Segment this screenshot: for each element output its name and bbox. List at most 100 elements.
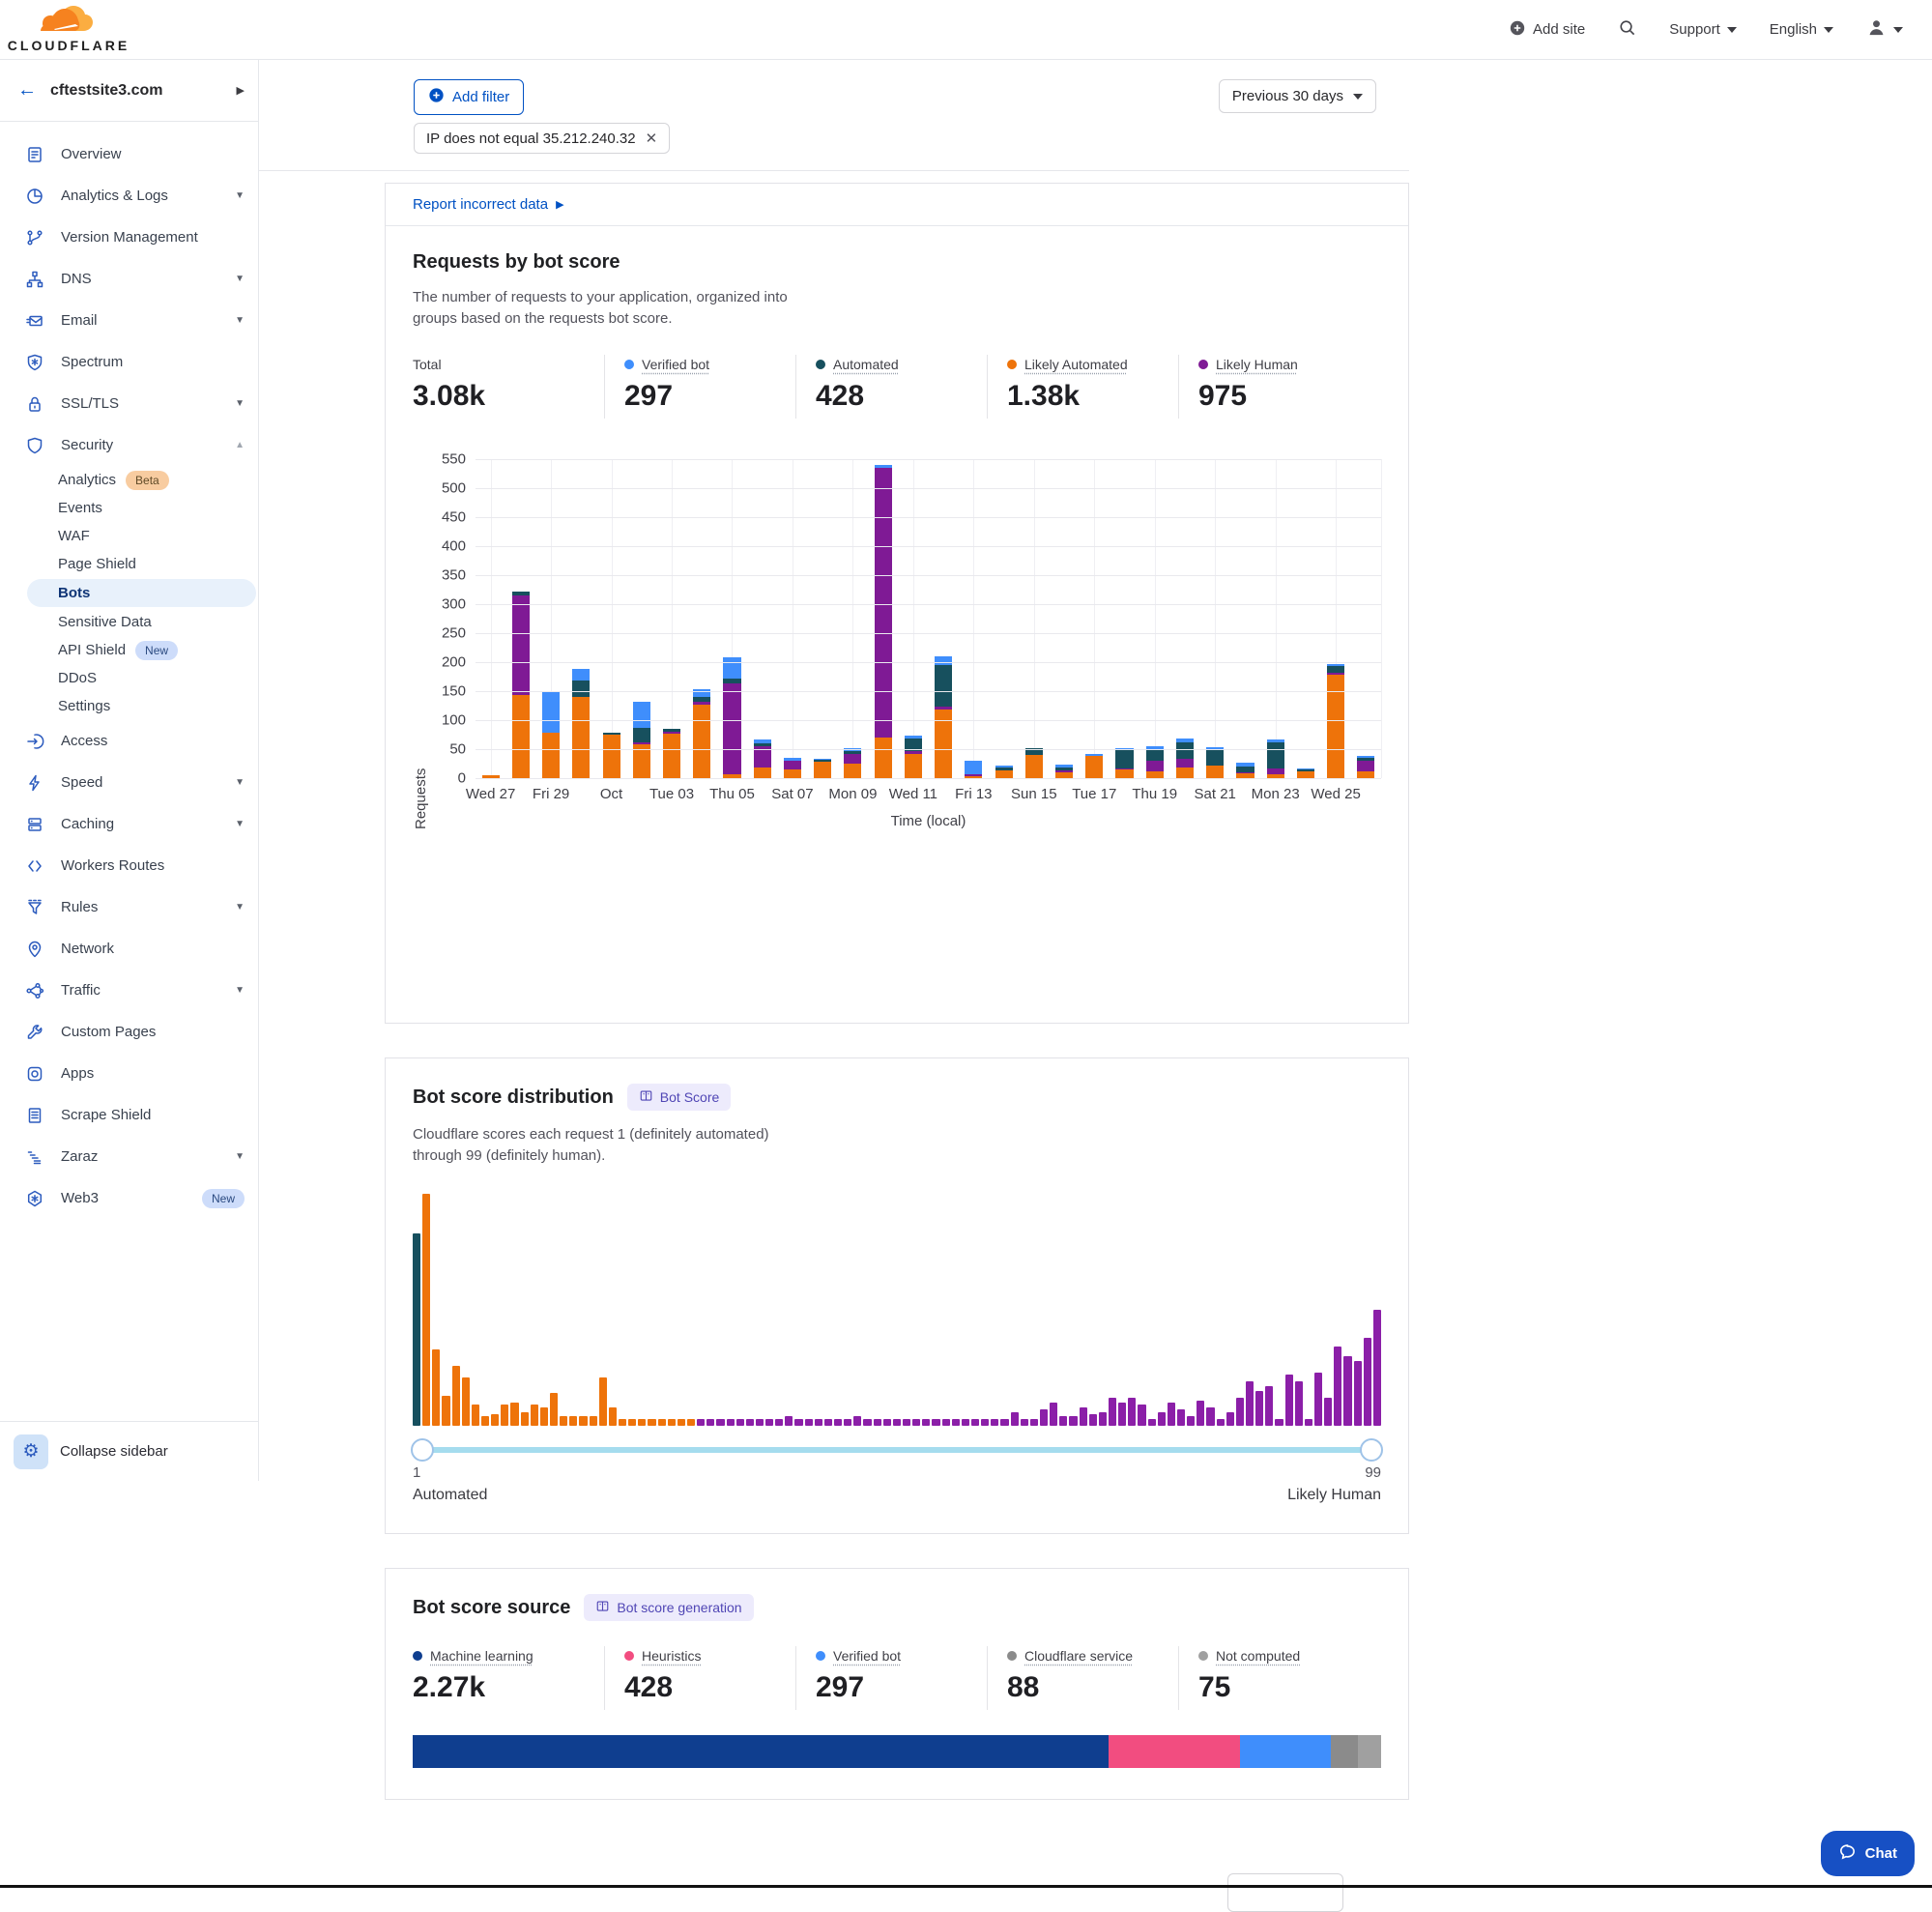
sidebar-subitem-label: WAF: [58, 528, 90, 544]
sidebar-item-scrape-shield[interactable]: Scrape Shield: [0, 1094, 258, 1136]
gridline: [476, 749, 1381, 750]
distribution-bar-score-51: [903, 1419, 910, 1426]
sidebar-item-access[interactable]: Access: [0, 720, 258, 762]
bar-sep-30: [566, 459, 596, 778]
bar-segment-likely-automated: [1297, 771, 1314, 778]
support-menu[interactable]: Support: [1669, 21, 1737, 38]
bot-score-badge[interactable]: Bot Score: [627, 1084, 731, 1111]
sidebar-item-events[interactable]: Events: [0, 494, 258, 522]
slider-handle-min[interactable]: [411, 1438, 434, 1462]
distribution-bar-score-26: [658, 1419, 666, 1426]
legend-dot: [413, 1651, 422, 1661]
sidebar-subitem-label: DDoS: [58, 670, 97, 686]
sidebar-item-dns[interactable]: DNS▼: [0, 258, 258, 300]
search-button[interactable]: [1618, 18, 1636, 41]
stat-value: 297: [816, 1671, 967, 1704]
stat-label: Verified bot: [833, 1648, 901, 1664]
sidebar-item-label: Web3: [61, 1190, 186, 1206]
gridline: [476, 488, 1381, 489]
x-tick: Wed 25: [1311, 786, 1360, 802]
bar-oct-19: [1139, 459, 1169, 778]
add-site-button[interactable]: Add site: [1509, 19, 1585, 41]
sidebar-item-version-management[interactable]: Version Management: [0, 217, 258, 258]
distribution-bar-score-98: [1364, 1338, 1371, 1426]
sidebar-item-label: Version Management: [61, 229, 245, 246]
language-menu[interactable]: English: [1770, 21, 1833, 38]
sidebar-item-caching[interactable]: Caching▼: [0, 803, 258, 845]
date-range-dropdown[interactable]: Previous 30 days: [1219, 79, 1376, 113]
cloudflare-cloud-icon: [41, 6, 97, 40]
distribution-bar-score-36: [756, 1419, 764, 1426]
gridline: [476, 778, 1381, 779]
distribution-bar-score-83: [1217, 1419, 1225, 1426]
sidebar-item-spectrum[interactable]: Spectrum: [0, 341, 258, 383]
sidebar-item-web3[interactable]: Web3New: [0, 1177, 258, 1219]
report-incorrect-data-link[interactable]: Report incorrect data ▶: [386, 184, 1408, 226]
back-arrow-icon[interactable]: ←: [17, 79, 37, 101]
close-icon[interactable]: ✕: [646, 130, 658, 147]
chevron-right-icon[interactable]: ▶: [237, 84, 245, 97]
stat-label: Machine learning: [430, 1648, 533, 1664]
bar-segment-likely-automated: [1115, 769, 1133, 778]
chevron-down-icon: ▼: [235, 274, 245, 284]
distribution-bar-score-89: [1275, 1419, 1283, 1426]
sidebar-item-traffic[interactable]: Traffic▼: [0, 970, 258, 1011]
distribution-bar-score-74: [1128, 1398, 1136, 1426]
sidebar-item-analytics-logs[interactable]: Analytics & Logs▼: [0, 175, 258, 217]
sidebar-item-network[interactable]: Network: [0, 928, 258, 970]
sidebar-item-workers-routes[interactable]: Workers Routes: [0, 845, 258, 886]
bar-segment-automated: [1267, 742, 1284, 769]
sidebar-item-speed[interactable]: Speed▼: [0, 762, 258, 803]
y-tick: 250: [442, 625, 466, 642]
chat-button[interactable]: Chat: [1821, 1831, 1915, 1876]
source-segment-machine-learning: [413, 1735, 1109, 1768]
filter-chip[interactable]: IP does not equal 35.212.240.32 ✕: [414, 123, 670, 154]
sidebar-item-rules[interactable]: Rules▼: [0, 886, 258, 928]
add-filter-button[interactable]: Add filter: [414, 79, 524, 115]
ssl-icon: [25, 394, 44, 414]
sidebar-item-bots[interactable]: Bots: [27, 579, 256, 607]
distribution-bar-score-87: [1255, 1391, 1263, 1426]
sidebar-subitem-label: Settings: [58, 698, 110, 714]
sidebar-item-overview[interactable]: Overview: [0, 133, 258, 175]
stat-value: 428: [624, 1671, 776, 1704]
bot-score-generation-badge[interactable]: Bot score generation: [584, 1594, 753, 1621]
sidebar-subitem-label: Events: [58, 500, 102, 516]
network-icon: [25, 940, 44, 959]
sidebar-item-settings[interactable]: Settings: [0, 692, 258, 720]
sidebar-item-waf[interactable]: WAF: [0, 522, 258, 550]
sidebar-item-analytics[interactable]: AnalyticsBeta: [0, 466, 258, 494]
sidebar-item-security[interactable]: Security▲: [0, 424, 258, 466]
cloudflare-logo[interactable]: CLOUDFLARE: [15, 6, 122, 53]
distribution-bar-score-48: [874, 1419, 881, 1426]
distribution-bar-score-75: [1138, 1405, 1145, 1426]
sidebar-item-custom-pages[interactable]: Custom Pages: [0, 1011, 258, 1053]
collapse-sidebar-button[interactable]: Collapse sidebar: [60, 1443, 168, 1460]
score-range-slider[interactable]: [422, 1447, 1371, 1453]
sidebar-item-page-shield[interactable]: Page Shield: [0, 550, 258, 578]
sidebar-item-api-shield[interactable]: API ShieldNew: [0, 636, 258, 664]
bar-segment-likely-automated: [603, 735, 620, 778]
next-section-cutoff: [1227, 1873, 1343, 1912]
distribution-bar-score-92: [1305, 1419, 1312, 1426]
stat-cloudflare-service: Cloudflare service88: [987, 1646, 1178, 1710]
sidebar-item-sensitive-data[interactable]: Sensitive Data: [0, 608, 258, 636]
sidebar-item-zaraz[interactable]: Zaraz▼: [0, 1136, 258, 1177]
dns-icon: [25, 270, 44, 289]
sidebar-item-ssl-tls[interactable]: SSL/TLS▼: [0, 383, 258, 424]
distribution-bar-score-28: [678, 1419, 685, 1426]
x-tick: Mon 23: [1252, 786, 1300, 802]
site-name[interactable]: cftestsite3.com: [50, 82, 223, 100]
y-tick: 150: [442, 683, 466, 700]
bar-oct-08: [808, 459, 838, 778]
sidebar-item-email[interactable]: Email▼: [0, 300, 258, 341]
gridline: [476, 604, 1381, 605]
chevron-down-icon: ▼: [235, 819, 245, 829]
account-menu[interactable]: [1866, 17, 1903, 42]
sidebar-item-ddos[interactable]: DDoS: [0, 664, 258, 692]
slider-handle-max[interactable]: [1360, 1438, 1383, 1462]
bar-segment-likely-automated: [875, 738, 892, 778]
settings-gear-button[interactable]: ⚙: [14, 1434, 48, 1469]
sidebar-item-apps[interactable]: Apps: [0, 1053, 258, 1094]
stat-likely-human: Likely Human975: [1178, 355, 1370, 419]
